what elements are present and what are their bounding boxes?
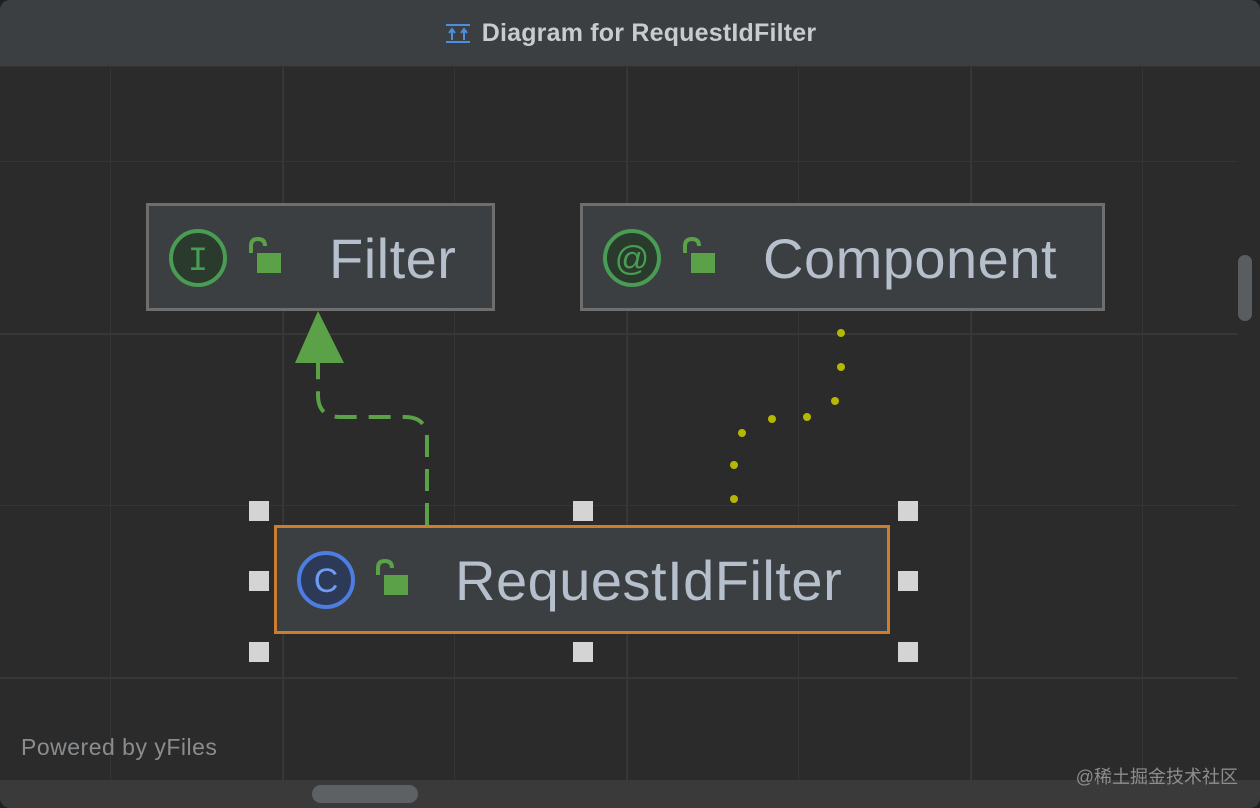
interface-icon: I <box>169 229 227 287</box>
request-id-filter-node[interactable]: C RequestIdFilter <box>274 525 890 634</box>
annotation-icon: @ <box>603 229 661 287</box>
resize-handle-top-left[interactable] <box>249 501 269 521</box>
resize-handle-left[interactable] <box>249 571 269 591</box>
component-label: Component <box>763 227 1058 290</box>
request-id-filter-label: RequestIdFilter <box>455 549 843 612</box>
resize-handle-bottom-right[interactable] <box>898 642 918 662</box>
class-icon: C <box>297 551 355 609</box>
class-badge-letter: C <box>314 562 339 600</box>
diagram-canvas[interactable]: I Filter @ Component C RequestIdFilter P… <box>0 67 1238 780</box>
title-bar: Diagram for RequestIdFilter <box>0 0 1260 67</box>
resize-handle-bottom[interactable] <box>573 642 593 662</box>
resize-handle-bottom-left[interactable] <box>249 642 269 662</box>
component-node[interactable]: @ Component <box>580 203 1105 311</box>
unlocked-public-icon <box>683 236 715 273</box>
unlocked-public-icon <box>249 236 281 273</box>
filter-label: Filter <box>329 227 457 290</box>
implements-arrowhead <box>295 311 344 363</box>
annotation-edge[interactable] <box>730 329 845 503</box>
resize-handle-top[interactable] <box>573 501 593 521</box>
vertical-scrollbar[interactable] <box>1238 67 1260 780</box>
annotation-badge-letter: @ <box>615 240 650 278</box>
resize-handle-top-right[interactable] <box>898 501 918 521</box>
diagram-edges <box>295 311 845 525</box>
filter-node[interactable]: I Filter <box>146 203 495 311</box>
title-wrap: Diagram for RequestIdFilter <box>444 19 817 48</box>
powered-by-label: Powered by yFiles <box>21 734 218 760</box>
diagram-window: Diagram for RequestIdFilter I Filter @ C… <box>0 0 1260 808</box>
implements-edge[interactable] <box>316 363 429 525</box>
hierarchy-diagram-icon <box>445 24 470 43</box>
window-title: Diagram for RequestIdFilter <box>481 18 817 47</box>
vertical-scrollbar-thumb[interactable] <box>1238 255 1252 321</box>
watermark: @稀土掘金技术社区 <box>1075 767 1238 787</box>
resize-handle-right[interactable] <box>898 571 918 591</box>
horizontal-scrollbar[interactable] <box>0 780 1260 808</box>
unlocked-public-icon <box>376 558 408 595</box>
horizontal-scrollbar-thumb[interactable] <box>312 785 418 803</box>
interface-badge-letter: I <box>188 243 208 281</box>
